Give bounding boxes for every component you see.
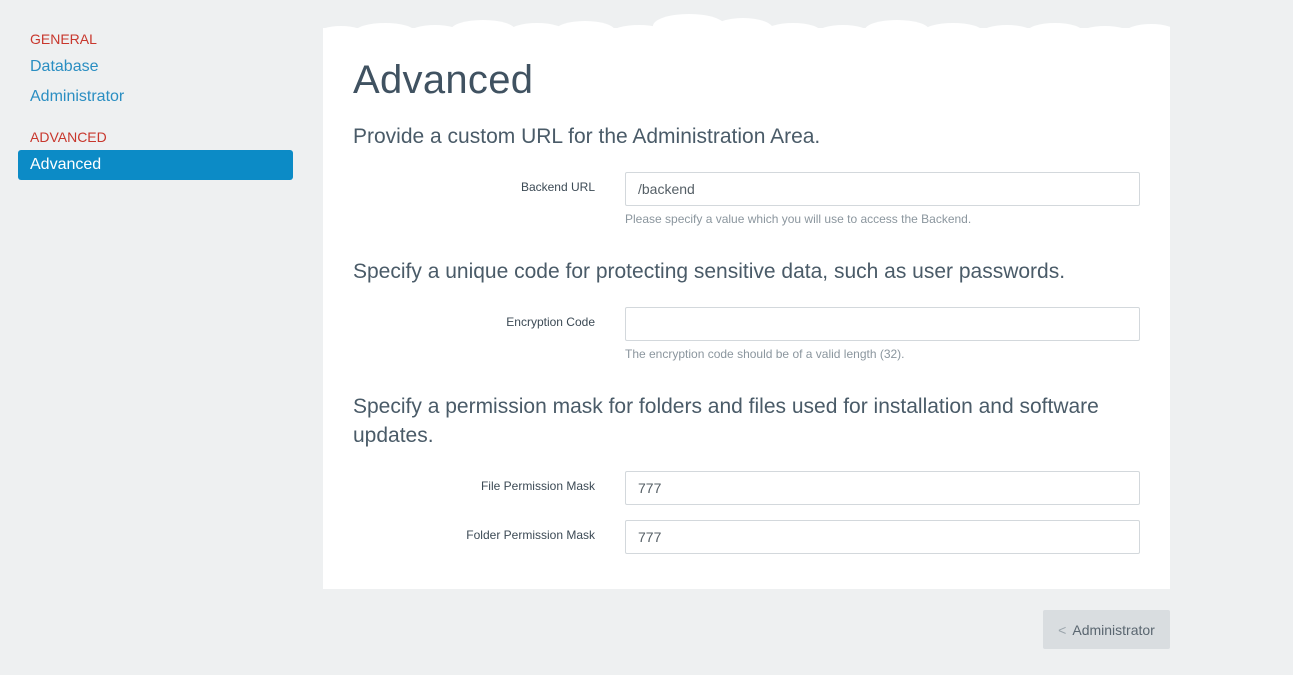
section-description-encryption: Specify a unique code for protecting sen… [353,260,1066,283]
section-description-backend-url: Provide a custom URL for the Administrat… [353,125,821,148]
main-panel: Advanced Provide a custom URL for the Ad… [323,28,1170,589]
encryption-code-input[interactable] [625,307,1140,341]
backend-url-input[interactable] [625,172,1140,206]
page-title: Advanced [353,58,534,102]
file-permission-mask-input[interactable] [625,471,1140,505]
encryption-code-help-text: The encryption code should be of a valid… [625,347,905,361]
back-to-administrator-button[interactable]: < Administrator [1043,610,1170,649]
backend-url-label: Backend URL [520,180,595,194]
section-description-permissions: Specify a permission mask for folders an… [353,395,1099,447]
chevron-left-icon: < [1058,621,1067,638]
backend-url-help-text: Please specify a value which you will us… [625,212,972,226]
sidebar: GENERAL Database Administrator ADVANCED … [18,26,293,180]
sidebar-item-administrator[interactable]: Administrator [18,82,293,112]
folder-permission-mask-label: Folder Permission Mask [466,528,595,542]
sidebar-section-advanced: ADVANCED [30,129,107,145]
sidebar-item-database[interactable]: Database [18,52,293,82]
sidebar-section-general: GENERAL [30,31,97,47]
back-button-label: Administrator [1072,621,1155,638]
encryption-code-label: Encryption Code [506,315,595,329]
folder-permission-mask-input[interactable] [625,520,1140,554]
file-permission-mask-label: File Permission Mask [480,479,595,493]
sidebar-item-advanced[interactable]: Advanced [18,150,293,180]
